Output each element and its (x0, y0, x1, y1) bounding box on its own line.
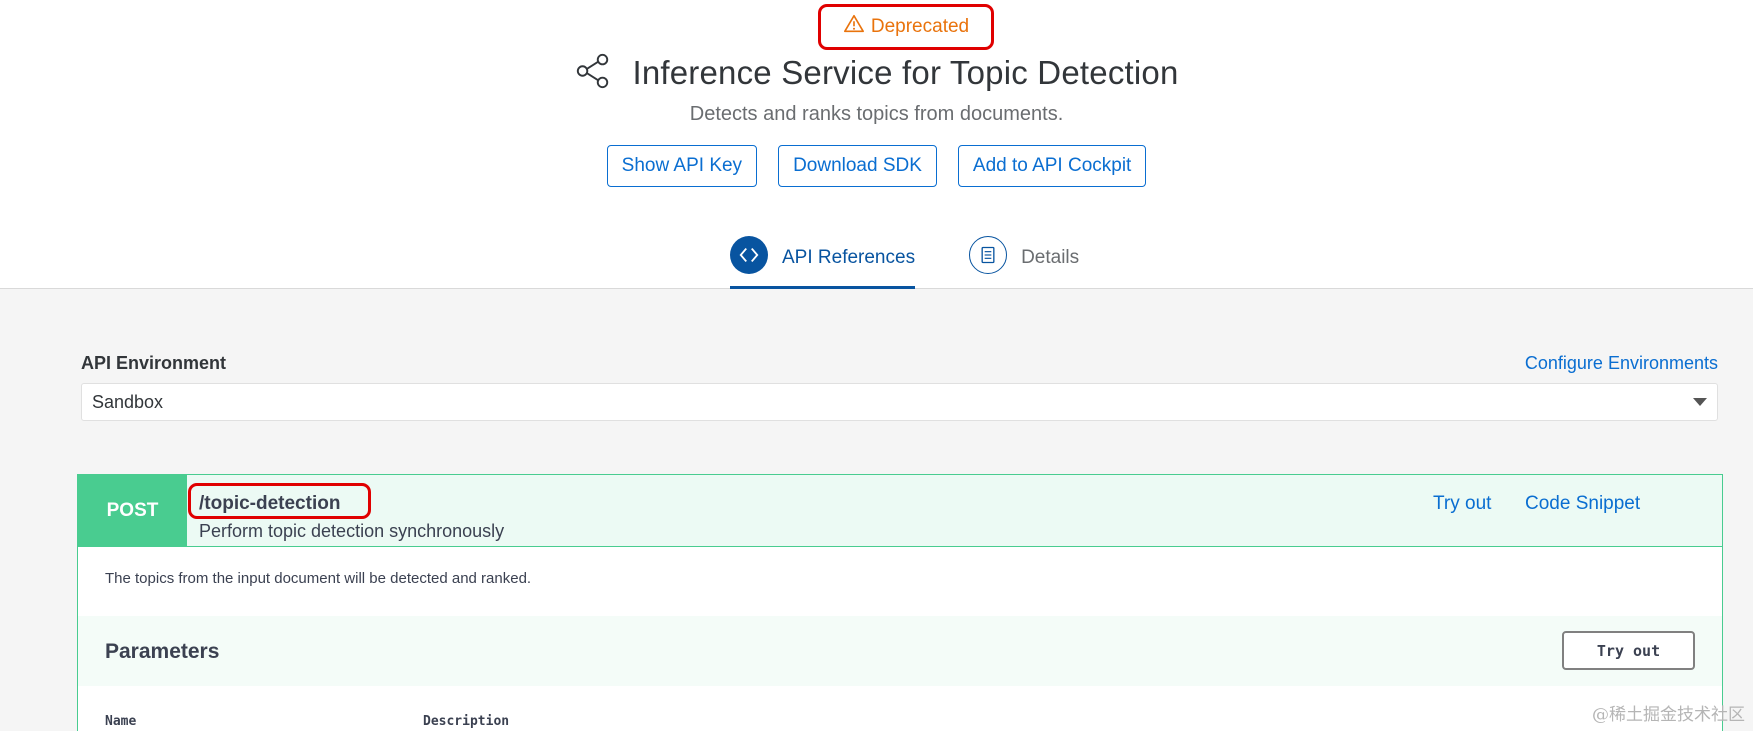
add-to-api-cockpit-button[interactable]: Add to API Cockpit (957, 145, 1147, 187)
code-snippet-link[interactable]: Code Snippet (1525, 493, 1640, 515)
api-header: Deprecated Inference Service for Topic D… (0, 0, 1753, 290)
operation-summary[interactable]: POST /topic-detection Perform topic dete… (78, 475, 1722, 547)
try-out-button[interactable]: Try out (1562, 631, 1695, 670)
share-icon (574, 52, 612, 95)
tab-details[interactable]: Details (969, 236, 1079, 290)
operation-summary-text: Perform topic detection synchronously (199, 521, 505, 541)
watermark: @稀土掘金技术社区 (1592, 705, 1745, 725)
header-actions: Show API Key Download SDK Add to API Coc… (0, 145, 1753, 187)
tab-api-references-label: API References (782, 247, 916, 268)
api-environment-select[interactable]: Sandbox (81, 383, 1718, 421)
tab-api-references[interactable]: API References (730, 236, 916, 290)
column-header-description: Description (423, 714, 510, 729)
title-row: Inference Service for Topic Detection (0, 48, 1753, 98)
show-api-key-button[interactable]: Show API Key (606, 145, 758, 187)
page-subtitle: Detects and ranks topics from documents. (689, 103, 1064, 125)
caret-down-icon (1693, 398, 1707, 406)
api-environment-label: API Environment (81, 353, 227, 373)
warning-icon (843, 13, 865, 41)
parameters-header: Parameters Try out (78, 616, 1722, 686)
tab-details-label: Details (1021, 247, 1080, 268)
operation-block: POST /topic-detection Perform topic dete… (77, 474, 1723, 731)
configure-environments-link[interactable]: Configure Environments (1525, 353, 1718, 374)
document-icon (969, 236, 1008, 274)
operation-description: The topics from the input document will … (105, 570, 532, 587)
column-header-name: Name (105, 714, 137, 729)
tab-bar: API References Details (730, 236, 1079, 290)
deprecated-label: Deprecated (870, 16, 970, 37)
api-reference-content: API Environment Configure Environments S… (0, 289, 1753, 731)
api-environment-value: Sandbox (92, 391, 164, 412)
operation-path: /topic-detection (199, 493, 341, 514)
deprecated-badge: Deprecated (818, 4, 994, 50)
page-title: Inference Service for Topic Detection (632, 54, 1179, 91)
http-method-badge: POST (78, 475, 187, 546)
parameters-title: Parameters (105, 640, 220, 663)
try-out-link[interactable]: Try out (1433, 493, 1491, 515)
download-sdk-button[interactable]: Download SDK (778, 145, 937, 187)
code-icon (730, 236, 768, 274)
